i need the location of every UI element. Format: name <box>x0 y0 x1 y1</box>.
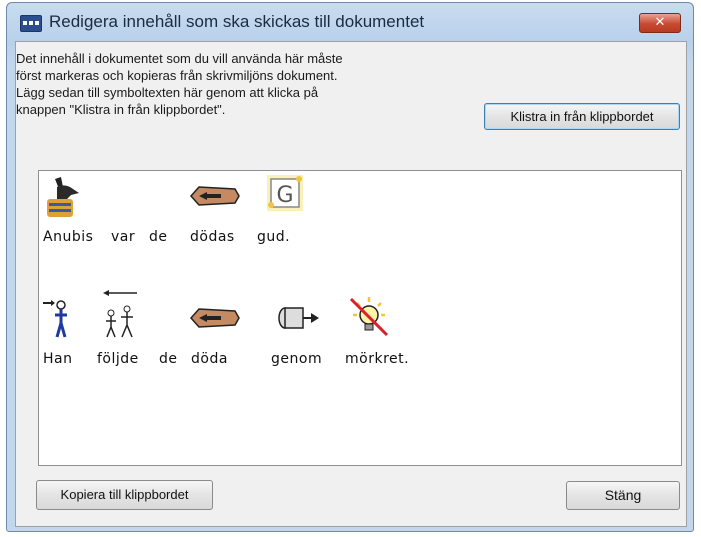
word: mörkret. <box>345 351 410 367</box>
word: de <box>159 351 178 367</box>
coffin-symbol-icon <box>189 308 240 328</box>
title-bar[interactable]: Redigera innehåll som ska skickas till d… <box>7 3 693 37</box>
anubis-symbol-icon <box>47 177 79 217</box>
svg-text:G: G <box>276 183 293 208</box>
symbol-text-editor[interactable]: G Anubis var de dödas gud. Han följde de… <box>38 170 682 466</box>
word: dödas <box>190 229 235 245</box>
coffin-symbol-icon <box>189 186 240 206</box>
word: de <box>149 229 168 245</box>
window-title: Redigera innehåll som ska skickas till d… <box>49 12 425 31</box>
instructions-text: Det innehåll i dokumentet som du vill an… <box>16 51 343 117</box>
word: följde <box>97 351 139 367</box>
word: genom <box>271 351 323 367</box>
word: Han <box>43 351 73 367</box>
word: gud. <box>257 229 291 245</box>
person-symbol-icon <box>43 300 67 338</box>
close-icon: ✕ <box>654 15 666 30</box>
word: var <box>111 229 136 245</box>
close-window-button[interactable]: ✕ <box>639 13 681 33</box>
follow-symbol-icon <box>103 290 137 338</box>
through-symbol-icon <box>278 307 319 329</box>
word: döda <box>191 351 228 367</box>
close-button[interactable]: Stäng <box>566 481 680 510</box>
copy-to-clipboard-button[interactable]: Kopiera till klippbordet <box>36 480 213 510</box>
god-symbol-icon: G <box>267 175 303 211</box>
app-icon <box>20 15 42 32</box>
no-light-symbol-icon <box>349 297 389 337</box>
paste-from-clipboard-button[interactable]: Klistra in från klippbordet <box>484 103 680 130</box>
word: Anubis <box>43 229 94 245</box>
